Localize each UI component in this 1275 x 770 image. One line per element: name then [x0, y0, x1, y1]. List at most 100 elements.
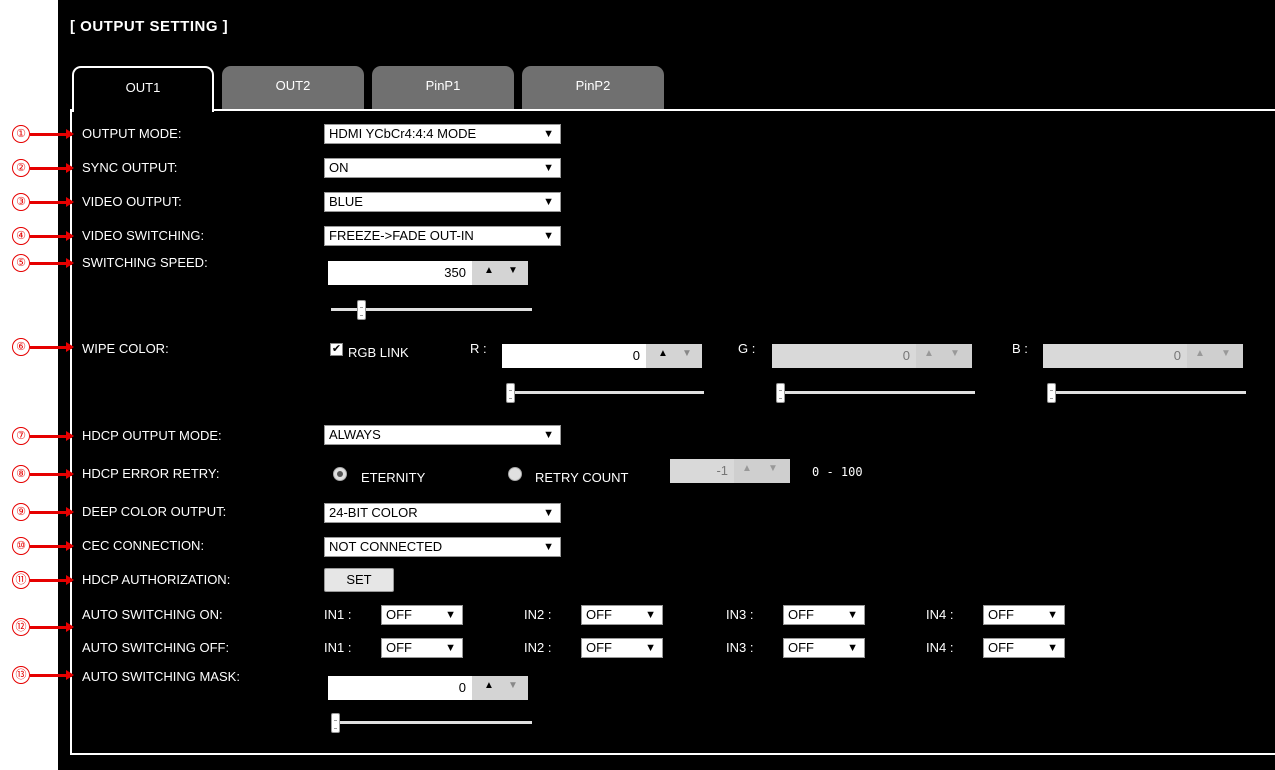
wipe-color-label: WIPE COLOR:: [82, 341, 169, 356]
output-mode-select[interactable]: HDMI YCbCr4:4:4 MODE ▼: [324, 124, 561, 144]
decrement-icon[interactable]: ▼: [682, 348, 692, 359]
auto-off-in2-label: IN2 :: [524, 640, 552, 655]
marker-9: ⑨: [12, 503, 30, 521]
auto-on-in3-select[interactable]: OFF ▼: [783, 605, 865, 625]
marker-7: ⑦: [12, 427, 30, 445]
decrement-icon[interactable]: ▼: [508, 265, 518, 276]
increment-icon[interactable]: ▲: [484, 680, 494, 691]
video-output-label: VIDEO OUTPUT:: [82, 194, 182, 209]
decrement-icon[interactable]: ▼: [768, 463, 778, 474]
checkmark-icon: ✔: [331, 343, 342, 355]
auto-on-in2-label: IN2 :: [524, 607, 552, 622]
cec-connection-value: NOT CONNECTED: [329, 539, 443, 554]
dropdown-arrow-icon: ▼: [543, 541, 554, 553]
tab-out2[interactable]: OUT2: [222, 66, 364, 111]
output-mode-label: OUTPUT MODE:: [82, 126, 182, 141]
hdcp-output-mode-label: HDCP OUTPUT MODE:: [82, 428, 222, 443]
marker-arrow: [30, 431, 74, 441]
marker-11: ⑪: [12, 571, 30, 589]
spin-buttons: ▲ ▼: [472, 261, 528, 285]
auto-switching-off-label: AUTO SWITCHING OFF:: [82, 640, 230, 655]
switching-speed-slider-handle[interactable]: [357, 300, 366, 320]
auto-switching-mask-slider-handle[interactable]: [331, 713, 340, 733]
wipe-g-slider[interactable]: [776, 391, 975, 394]
marker-2: ②: [12, 159, 30, 177]
eternity-radio[interactable]: [333, 467, 347, 481]
increment-icon[interactable]: ▲: [658, 348, 668, 359]
dropdown-arrow-icon: ▼: [1047, 642, 1058, 654]
spin-buttons: ▲ ▼: [1187, 344, 1243, 368]
tab-pinp2[interactable]: PinP2: [522, 66, 664, 111]
auto-on-in1-value: OFF: [386, 607, 412, 622]
dropdown-arrow-icon: ▼: [543, 507, 554, 519]
wipe-r-label: R :: [470, 341, 487, 356]
auto-on-in1-label: IN1 :: [324, 607, 352, 622]
hdcp-authorization-label: HDCP AUTHORIZATION:: [82, 572, 231, 587]
marker-12: ⑫: [12, 618, 30, 636]
wipe-b-input[interactable]: 0: [1043, 344, 1187, 368]
wipe-r-stepper[interactable]: 0 ▲ ▼: [502, 344, 702, 368]
auto-off-in2-value: OFF: [586, 640, 612, 655]
hdcp-output-mode-select[interactable]: ALWAYS ▼: [324, 425, 561, 445]
auto-on-in1-select[interactable]: OFF ▼: [381, 605, 463, 625]
marker-arrow: [30, 197, 74, 207]
auto-off-in2-select[interactable]: OFF ▼: [581, 638, 663, 658]
wipe-r-slider-handle[interactable]: [506, 383, 515, 403]
decrement-icon[interactable]: ▼: [950, 348, 960, 359]
spin-buttons: ▲ ▼: [916, 344, 972, 368]
tab-pinp1[interactable]: PinP1: [372, 66, 514, 111]
hdcp-authorization-set-button[interactable]: SET: [324, 568, 394, 592]
marker-10: ⑩: [12, 537, 30, 555]
tab-out1[interactable]: OUT1: [72, 66, 214, 112]
retry-count-radio[interactable]: [508, 467, 522, 481]
tab-content-area: [70, 109, 1275, 755]
sync-output-value: ON: [329, 160, 349, 175]
wipe-g-slider-handle[interactable]: [776, 383, 785, 403]
dropdown-arrow-icon: ▼: [645, 609, 656, 621]
auto-off-in1-label: IN1 :: [324, 640, 352, 655]
wipe-b-slider[interactable]: [1047, 391, 1246, 394]
increment-icon[interactable]: ▲: [924, 348, 934, 359]
video-switching-select[interactable]: FREEZE->FADE OUT-IN ▼: [324, 226, 561, 246]
marker-arrow: [30, 670, 74, 680]
dropdown-arrow-icon: ▼: [543, 196, 554, 208]
auto-off-in3-select[interactable]: OFF ▼: [783, 638, 865, 658]
auto-switching-mask-stepper[interactable]: 0 ▲ ▼: [328, 676, 528, 700]
wipe-b-slider-handle[interactable]: [1047, 383, 1056, 403]
switching-speed-input[interactable]: 350: [328, 261, 472, 285]
video-output-select[interactable]: BLUE ▼: [324, 192, 561, 212]
spin-buttons: ▲ ▼: [472, 676, 528, 700]
decrement-icon[interactable]: ▼: [1221, 348, 1231, 359]
auto-switching-mask-slider[interactable]: [331, 721, 532, 724]
dropdown-arrow-icon: ▼: [445, 609, 456, 621]
wipe-r-slider[interactable]: [506, 391, 704, 394]
auto-off-in4-select[interactable]: OFF ▼: [983, 638, 1065, 658]
eternity-label: ETERNITY: [361, 470, 426, 485]
dropdown-arrow-icon: ▼: [445, 642, 456, 654]
switching-speed-stepper[interactable]: 350 ▲ ▼: [328, 261, 528, 285]
increment-icon[interactable]: ▲: [742, 463, 752, 474]
rgb-link-checkbox[interactable]: ✔: [330, 343, 343, 356]
retry-count-input[interactable]: -1: [670, 459, 734, 483]
wipe-r-input[interactable]: 0: [502, 344, 646, 368]
page-title: [ OUTPUT SETTING ]: [70, 18, 229, 35]
sync-output-select[interactable]: ON ▼: [324, 158, 561, 178]
retry-count-stepper[interactable]: -1 ▲ ▼: [670, 459, 790, 483]
deep-color-output-select[interactable]: 24-BIT COLOR ▼: [324, 503, 561, 523]
cec-connection-select[interactable]: NOT CONNECTED ▼: [324, 537, 561, 557]
auto-off-in1-value: OFF: [386, 640, 412, 655]
dropdown-arrow-icon: ▼: [543, 230, 554, 242]
auto-on-in4-label: IN4 :: [926, 607, 954, 622]
marker-1: ①: [12, 125, 30, 143]
auto-off-in1-select[interactable]: OFF ▼: [381, 638, 463, 658]
video-output-value: BLUE: [329, 194, 363, 209]
wipe-g-stepper[interactable]: 0 ▲ ▼: [772, 344, 972, 368]
increment-icon[interactable]: ▲: [1195, 348, 1205, 359]
auto-on-in4-select[interactable]: OFF ▼: [983, 605, 1065, 625]
decrement-icon[interactable]: ▼: [508, 680, 518, 691]
wipe-b-stepper[interactable]: 0 ▲ ▼: [1043, 344, 1243, 368]
auto-switching-mask-input[interactable]: 0: [328, 676, 472, 700]
wipe-g-input[interactable]: 0: [772, 344, 916, 368]
increment-icon[interactable]: ▲: [484, 265, 494, 276]
auto-on-in2-select[interactable]: OFF ▼: [581, 605, 663, 625]
